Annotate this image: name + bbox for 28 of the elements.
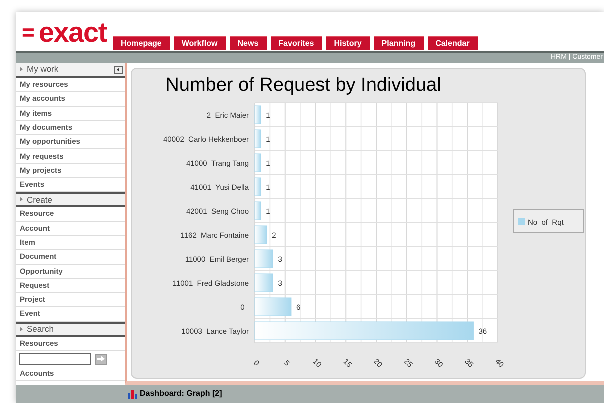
chevron-icon — [20, 326, 23, 332]
nav-tab[interactable]: Homepage — [112, 36, 170, 50]
nav-tab[interactable]: Favorites — [270, 36, 322, 50]
nav-tab[interactable]: Planning — [374, 36, 424, 50]
bar — [254, 274, 274, 292]
chart-icon — [128, 390, 137, 398]
collapse-icon[interactable] — [114, 66, 123, 74]
legend-swatch — [518, 218, 525, 225]
bar — [254, 202, 262, 220]
nav-tab[interactable]: Workflow — [174, 36, 226, 50]
logo: =exact — [22, 19, 107, 47]
bar — [254, 226, 268, 244]
arrow-icon — [97, 356, 105, 362]
bar — [254, 154, 262, 172]
nav-tab[interactable]: Calendar — [428, 36, 478, 50]
bar — [254, 178, 262, 196]
chart-title: Number of Request by Individual — [164, 74, 442, 98]
dashboard-title: Dashboard: Graph [2] — [140, 388, 222, 400]
bar — [254, 130, 262, 148]
search-field[interactable] — [19, 353, 91, 366]
chevron-icon — [20, 197, 23, 202]
nav-tab[interactable]: History — [326, 36, 370, 50]
chevron-icon — [20, 67, 23, 72]
bar — [254, 250, 274, 268]
nav-tab[interactable]: News — [230, 36, 267, 50]
bar — [254, 106, 262, 124]
bar — [254, 298, 292, 316]
go-button[interactable] — [95, 354, 107, 365]
